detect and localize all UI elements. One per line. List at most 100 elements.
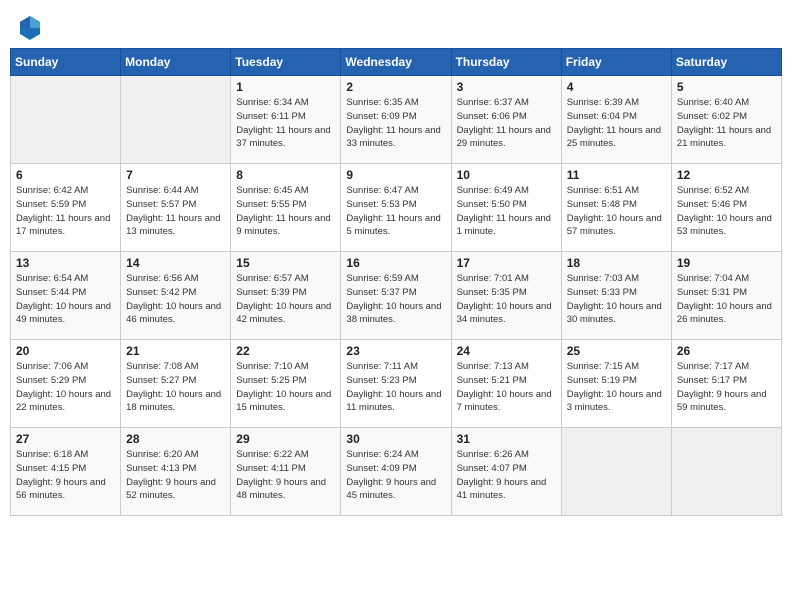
day-number: 24 [457, 344, 556, 358]
week-row-1: 1 Sunrise: 6:34 AM Sunset: 6:11 PM Daylig… [11, 76, 782, 164]
day-cell: 30 Sunrise: 6:24 AM Sunset: 4:09 PM Dayli… [341, 428, 451, 516]
day-info: Sunrise: 6:39 AM Sunset: 6:04 PM Dayligh… [567, 96, 666, 151]
calendar-table: SundayMondayTuesdayWednesdayThursdayFrid… [10, 48, 782, 516]
day-info: Sunrise: 6:49 AM Sunset: 5:50 PM Dayligh… [457, 184, 556, 239]
day-number: 10 [457, 168, 556, 182]
day-cell [561, 428, 671, 516]
day-info: Sunrise: 6:44 AM Sunset: 5:57 PM Dayligh… [126, 184, 225, 239]
week-row-3: 13 Sunrise: 6:54 AM Sunset: 5:44 PM Dayli… [11, 252, 782, 340]
day-number: 22 [236, 344, 335, 358]
day-info: Sunrise: 6:52 AM Sunset: 5:46 PM Dayligh… [677, 184, 776, 239]
day-cell: 22 Sunrise: 7:10 AM Sunset: 5:25 PM Dayli… [231, 340, 341, 428]
day-cell: 9 Sunrise: 6:47 AM Sunset: 5:53 PM Daylig… [341, 164, 451, 252]
day-number: 17 [457, 256, 556, 270]
day-cell: 18 Sunrise: 7:03 AM Sunset: 5:33 PM Dayli… [561, 252, 671, 340]
day-info: Sunrise: 6:20 AM Sunset: 4:13 PM Dayligh… [126, 448, 225, 503]
day-number: 16 [346, 256, 445, 270]
day-number: 25 [567, 344, 666, 358]
day-cell: 6Sunrise: 6:42 AM Sunset: 5:59 PM Daylig… [11, 164, 121, 252]
day-info: Sunrise: 7:08 AM Sunset: 5:27 PM Dayligh… [126, 360, 225, 415]
day-number: 9 [346, 168, 445, 182]
day-number: 20 [16, 344, 115, 358]
day-info: Sunrise: 6:34 AM Sunset: 6:11 PM Dayligh… [236, 96, 335, 151]
day-info: Sunrise: 6:42 AM Sunset: 5:59 PM Dayligh… [16, 184, 115, 239]
day-info: Sunrise: 6:47 AM Sunset: 5:53 PM Dayligh… [346, 184, 445, 239]
day-number: 27 [16, 432, 115, 446]
header [0, 0, 792, 48]
header-monday: Monday [121, 49, 231, 76]
day-cell: 19 Sunrise: 7:04 AM Sunset: 5:31 PM Dayli… [671, 252, 781, 340]
day-info: Sunrise: 7:04 AM Sunset: 5:31 PM Dayligh… [677, 272, 776, 327]
day-number: 31 [457, 432, 556, 446]
day-number: 13 [16, 256, 115, 270]
day-number: 18 [567, 256, 666, 270]
day-info: Sunrise: 7:13 AM Sunset: 5:21 PM Dayligh… [457, 360, 556, 415]
day-info: Sunrise: 7:17 AM Sunset: 5:17 PM Dayligh… [677, 360, 776, 415]
header-friday: Friday [561, 49, 671, 76]
day-info: Sunrise: 6:24 AM Sunset: 4:09 PM Dayligh… [346, 448, 445, 503]
day-cell: 13 Sunrise: 6:54 AM Sunset: 5:44 PM Dayli… [11, 252, 121, 340]
day-info: Sunrise: 6:22 AM Sunset: 4:11 PM Dayligh… [236, 448, 335, 503]
day-number: 5 [677, 80, 776, 94]
day-info: Sunrise: 7:01 AM Sunset: 5:35 PM Dayligh… [457, 272, 556, 327]
day-cell: 17 Sunrise: 7:01 AM Sunset: 5:35 PM Dayli… [451, 252, 561, 340]
header-thursday: Thursday [451, 49, 561, 76]
day-cell: 8Sunrise: 6:45 AM Sunset: 5:55 PM Daylig… [231, 164, 341, 252]
day-number: 3 [457, 80, 556, 94]
calendar-body: 1 Sunrise: 6:34 AM Sunset: 6:11 PM Daylig… [11, 76, 782, 516]
day-number: 14 [126, 256, 225, 270]
day-info: Sunrise: 6:59 AM Sunset: 5:37 PM Dayligh… [346, 272, 445, 327]
day-number: 12 [677, 168, 776, 182]
day-info: Sunrise: 6:26 AM Sunset: 4:07 PM Dayligh… [457, 448, 556, 503]
day-number: 19 [677, 256, 776, 270]
day-info: Sunrise: 6:57 AM Sunset: 5:39 PM Dayligh… [236, 272, 335, 327]
header-wednesday: Wednesday [341, 49, 451, 76]
day-cell: 14 Sunrise: 6:56 AM Sunset: 5:42 PM Dayli… [121, 252, 231, 340]
day-number: 26 [677, 344, 776, 358]
day-cell [11, 76, 121, 164]
day-number: 4 [567, 80, 666, 94]
day-cell: 29 Sunrise: 6:22 AM Sunset: 4:11 PM Dayli… [231, 428, 341, 516]
day-cell: 21 Sunrise: 7:08 AM Sunset: 5:27 PM Dayli… [121, 340, 231, 428]
day-cell: 31 Sunrise: 6:26 AM Sunset: 4:07 PM Dayli… [451, 428, 561, 516]
logo [18, 14, 44, 42]
day-number: 2 [346, 80, 445, 94]
day-cell: 1 Sunrise: 6:34 AM Sunset: 6:11 PM Daylig… [231, 76, 341, 164]
week-row-5: 27Sunrise: 6:18 AM Sunset: 4:15 PM Dayli… [11, 428, 782, 516]
day-number: 21 [126, 344, 225, 358]
day-cell: 16 Sunrise: 6:59 AM Sunset: 5:37 PM Dayli… [341, 252, 451, 340]
day-number: 29 [236, 432, 335, 446]
day-number: 1 [236, 80, 335, 94]
day-info: Sunrise: 6:56 AM Sunset: 5:42 PM Dayligh… [126, 272, 225, 327]
day-info: Sunrise: 7:10 AM Sunset: 5:25 PM Dayligh… [236, 360, 335, 415]
day-info: Sunrise: 6:37 AM Sunset: 6:06 PM Dayligh… [457, 96, 556, 151]
day-info: Sunrise: 6:40 AM Sunset: 6:02 PM Dayligh… [677, 96, 776, 151]
day-cell: 24 Sunrise: 7:13 AM Sunset: 5:21 PM Dayli… [451, 340, 561, 428]
day-number: 28 [126, 432, 225, 446]
day-cell: 26 Sunrise: 7:17 AM Sunset: 5:17 PM Dayli… [671, 340, 781, 428]
day-cell: 10 Sunrise: 6:49 AM Sunset: 5:50 PM Dayli… [451, 164, 561, 252]
day-info: Sunrise: 6:54 AM Sunset: 5:44 PM Dayligh… [16, 272, 115, 327]
day-number: 7 [126, 168, 225, 182]
day-cell: 12 Sunrise: 6:52 AM Sunset: 5:46 PM Dayli… [671, 164, 781, 252]
day-info: Sunrise: 6:51 AM Sunset: 5:48 PM Dayligh… [567, 184, 666, 239]
day-cell: 2 Sunrise: 6:35 AM Sunset: 6:09 PM Daylig… [341, 76, 451, 164]
day-cell: 28 Sunrise: 6:20 AM Sunset: 4:13 PM Dayli… [121, 428, 231, 516]
day-info: Sunrise: 7:03 AM Sunset: 5:33 PM Dayligh… [567, 272, 666, 327]
day-cell: 27Sunrise: 6:18 AM Sunset: 4:15 PM Dayli… [11, 428, 121, 516]
week-row-2: 6Sunrise: 6:42 AM Sunset: 5:59 PM Daylig… [11, 164, 782, 252]
day-number: 30 [346, 432, 445, 446]
day-info: Sunrise: 6:35 AM Sunset: 6:09 PM Dayligh… [346, 96, 445, 151]
logo-icon [18, 14, 42, 42]
day-cell: 15Sunrise: 6:57 AM Sunset: 5:39 PM Dayli… [231, 252, 341, 340]
day-cell: 25Sunrise: 7:15 AM Sunset: 5:19 PM Dayli… [561, 340, 671, 428]
day-info: Sunrise: 6:45 AM Sunset: 5:55 PM Dayligh… [236, 184, 335, 239]
day-number: 11 [567, 168, 666, 182]
day-info: Sunrise: 7:06 AM Sunset: 5:29 PM Dayligh… [16, 360, 115, 415]
header-tuesday: Tuesday [231, 49, 341, 76]
day-cell: 4 Sunrise: 6:39 AM Sunset: 6:04 PM Daylig… [561, 76, 671, 164]
day-cell: 23Sunrise: 7:11 AM Sunset: 5:23 PM Dayli… [341, 340, 451, 428]
header-sunday: Sunday [11, 49, 121, 76]
day-cell [121, 76, 231, 164]
calendar-header-row: SundayMondayTuesdayWednesdayThursdayFrid… [11, 49, 782, 76]
